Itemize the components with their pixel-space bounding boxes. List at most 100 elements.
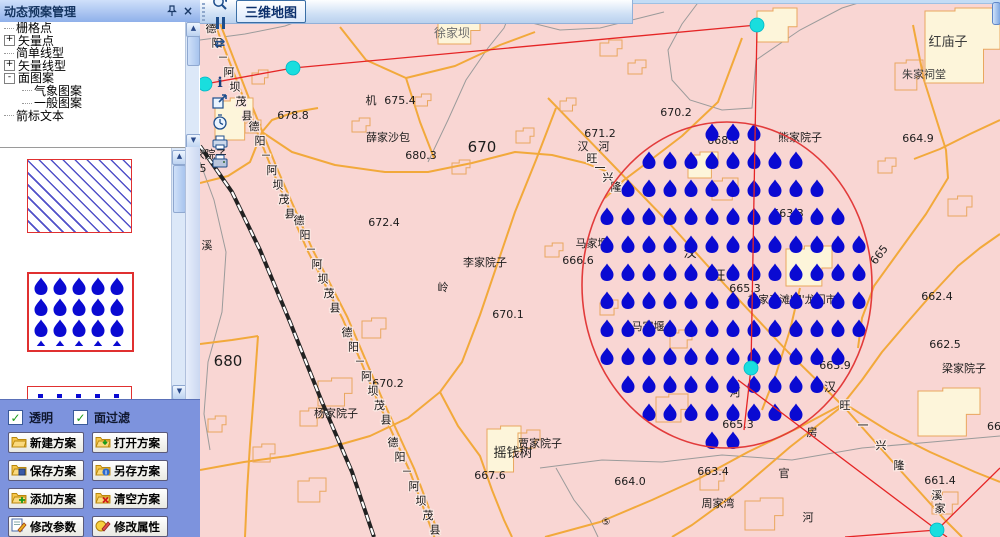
svg-text:熊家院子: 熊家院子 bbox=[778, 130, 822, 144]
svg-text:坝: 坝 bbox=[416, 493, 427, 507]
plan-vertex-handle[interactable] bbox=[930, 523, 944, 537]
checkbox-透明[interactable]: ✓ bbox=[8, 410, 23, 425]
svg-text:德: 德 bbox=[294, 213, 305, 227]
plan-manager-panel: 动态预案管理 × 栅格点+矢量点简单线型+矢量线型-面图案气象图案一般图案箭标文… bbox=[0, 0, 201, 537]
third-pattern-swatch[interactable] bbox=[27, 386, 132, 400]
tree-item-气象图案[interactable]: 气象图案 bbox=[0, 85, 185, 98]
svg-text:阿: 阿 bbox=[361, 370, 372, 383]
map-toolbar: ⇄i 三维地图 bbox=[200, 0, 633, 24]
map-canvas[interactable]: 徐家坝红庙子朱家祠堂664.9机675.4薛家沙包680.3678.867067… bbox=[200, 0, 1000, 537]
scroll-up-icon[interactable]: ▲ bbox=[172, 150, 185, 165]
scroll-up-icon[interactable]: ▲ bbox=[186, 22, 201, 37]
button-label: 添加方案 bbox=[30, 491, 76, 507]
svg-text:徐家坝: 徐家坝 bbox=[434, 25, 470, 40]
button-label: 打开方案 bbox=[114, 435, 160, 451]
panel-title: 动态预案管理 bbox=[4, 3, 164, 20]
button-label: 修改属性 bbox=[114, 519, 160, 535]
svg-text:680: 680 bbox=[214, 352, 243, 370]
tree-item-label: 箭标文本 bbox=[16, 110, 64, 122]
tree-item-栅格点[interactable]: 栅格点 bbox=[0, 22, 185, 35]
tree-item-简单线型[interactable]: 简单线型 bbox=[0, 47, 185, 60]
tree-item-箭标文本[interactable]: 箭标文本 bbox=[0, 110, 185, 123]
svg-text:阳: 阳 bbox=[300, 229, 311, 242]
tree-connector bbox=[4, 53, 14, 54]
svg-text:茂: 茂 bbox=[423, 508, 434, 522]
svg-text:德: 德 bbox=[388, 435, 399, 449]
timer-button[interactable] bbox=[208, 112, 232, 132]
hatch-pattern-swatch[interactable] bbox=[27, 159, 132, 233]
svg-text:薛家沙包: 薛家沙包 bbox=[366, 130, 410, 144]
tree-item-一般图案[interactable]: 一般图案 bbox=[0, 97, 185, 110]
info-icon: i bbox=[211, 73, 229, 91]
tree-item-矢量点[interactable]: +矢量点 bbox=[0, 35, 185, 48]
export-button[interactable] bbox=[208, 92, 232, 112]
svg-text:岭: 岭 bbox=[438, 280, 449, 294]
svg-text:县: 县 bbox=[381, 414, 392, 427]
svg-text:⑤: ⑤ bbox=[602, 517, 611, 528]
preview-scrollbar[interactable]: ▲ ▼ bbox=[171, 148, 185, 400]
svg-text:坝: 坝 bbox=[368, 383, 379, 397]
button-label: 另存方案 bbox=[114, 463, 160, 479]
svg-text:德: 德 bbox=[249, 119, 260, 133]
tree-item-label: 面图案 bbox=[18, 72, 54, 84]
edit-props-button[interactable]: 修改属性 bbox=[92, 516, 168, 537]
svg-text:坝: 坝 bbox=[318, 271, 329, 285]
tree-item-label: 矢量线型 bbox=[18, 60, 66, 72]
panel-header: 动态预案管理 × bbox=[0, 0, 200, 23]
svg-text:县: 县 bbox=[430, 524, 441, 537]
svg-text:678.8: 678.8 bbox=[277, 109, 309, 122]
folder-new-button[interactable]: 新建方案 bbox=[8, 432, 84, 453]
svg-text:茂: 茂 bbox=[236, 94, 247, 108]
folder-clear-button[interactable]: 清空方案 bbox=[92, 488, 168, 509]
button-label: 保存方案 bbox=[30, 463, 76, 479]
timer-icon bbox=[211, 113, 229, 131]
preview-scroll-thumb[interactable] bbox=[173, 165, 185, 213]
close-icon[interactable]: × bbox=[180, 3, 196, 19]
plan-vertex-handle[interactable] bbox=[744, 361, 758, 375]
svg-text:664.0: 664.0 bbox=[614, 475, 646, 488]
edit-props-icon bbox=[95, 518, 111, 536]
tree-scroll-thumb[interactable] bbox=[187, 36, 200, 66]
folder-add-button[interactable]: 添加方案 bbox=[8, 488, 84, 509]
collapse-icon[interactable]: - bbox=[4, 73, 15, 84]
map3d-button[interactable]: 三维地图 bbox=[236, 0, 306, 23]
svg-text:66: 66 bbox=[987, 420, 1000, 433]
info-button[interactable]: i bbox=[208, 72, 232, 92]
expand-icon[interactable]: + bbox=[4, 60, 15, 71]
tree-item-label: 矢量点 bbox=[18, 35, 54, 47]
checkbox-面过滤[interactable]: ✓ bbox=[73, 410, 88, 425]
swap-button[interactable]: ⇄ bbox=[208, 33, 232, 53]
application-window: { "sidebar": { "title": "动态预案管理", "pin_i… bbox=[0, 0, 1000, 537]
svg-text:朱家祠堂: 朱家祠堂 bbox=[902, 67, 946, 81]
expand-icon[interactable]: + bbox=[4, 35, 15, 46]
print-preview-button[interactable] bbox=[208, 132, 232, 152]
svg-text:662.5: 662.5 bbox=[929, 338, 961, 351]
folder-saveas-button[interactable]: i 另存方案 bbox=[92, 460, 168, 481]
svg-text:旺: 旺 bbox=[840, 399, 851, 412]
svg-text:茂: 茂 bbox=[374, 398, 385, 412]
svg-text:i: i bbox=[105, 469, 107, 476]
svg-text:阿: 阿 bbox=[267, 164, 278, 177]
folder-saveas-icon: i bbox=[95, 462, 111, 480]
plan-vertex-handle[interactable] bbox=[286, 61, 300, 75]
svg-text:663.4: 663.4 bbox=[697, 465, 729, 478]
zoom-prev-button[interactable] bbox=[208, 0, 232, 13]
plan-vertex-handle[interactable] bbox=[750, 18, 764, 32]
map-corner-scroll-icon[interactable] bbox=[992, 2, 1000, 25]
toolbar-grip[interactable] bbox=[202, 3, 205, 21]
pause-button[interactable] bbox=[208, 13, 232, 33]
edit-params-button[interactable]: 修改参数 bbox=[8, 516, 84, 537]
svg-text:隆: 隆 bbox=[894, 458, 905, 472]
svg-text:县: 县 bbox=[330, 302, 341, 315]
edit-params-icon bbox=[11, 518, 27, 536]
folder-open-button[interactable]: 打开方案 bbox=[92, 432, 168, 453]
folder-save-button[interactable]: 保存方案 bbox=[8, 460, 84, 481]
drops-pattern-swatch[interactable] bbox=[27, 272, 134, 352]
tree-scrollbar[interactable]: ▲ ▼ bbox=[185, 22, 199, 147]
scroll-down-icon[interactable]: ▼ bbox=[172, 385, 185, 400]
tree-item-面图案[interactable]: -面图案 bbox=[0, 72, 185, 85]
folder-add-icon bbox=[11, 490, 27, 508]
pin-icon[interactable] bbox=[164, 3, 180, 19]
print-button[interactable] bbox=[208, 152, 232, 172]
svg-text:杨家院子: 杨家院子 bbox=[314, 406, 358, 420]
